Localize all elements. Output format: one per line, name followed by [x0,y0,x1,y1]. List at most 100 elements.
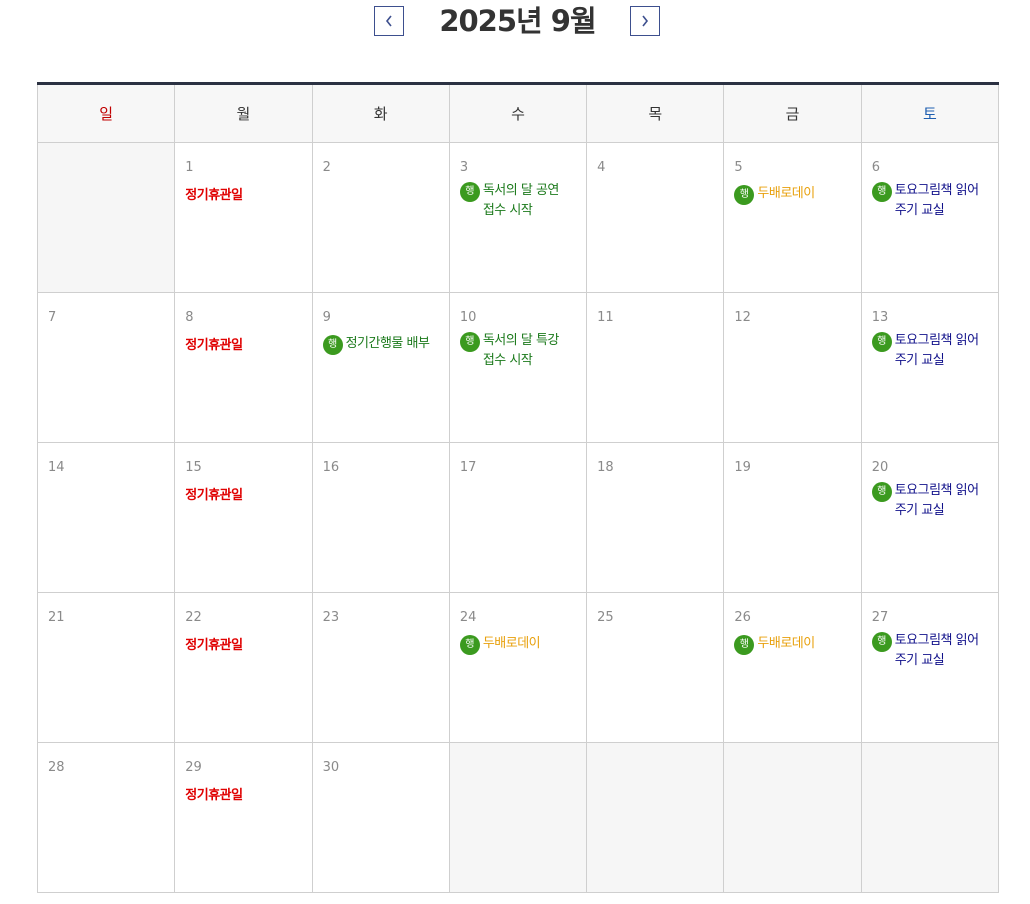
event-item[interactable]: 행 두배로데이 [459,634,541,655]
day-number: 26 [734,609,751,625]
day-cell[interactable]: 9 행 정기간행물 배부 [311,291,450,443]
day-number: 18 [597,459,614,475]
closed-day-label[interactable]: 정기휴관일 [185,784,243,803]
event-badge-icon: 행 [871,181,892,202]
event-title[interactable]: 두배로데이 [483,634,541,654]
closed-day-label[interactable]: 정기휴관일 [185,184,243,203]
day-cell[interactable]: 23 [311,591,450,743]
event-item[interactable]: 행 독서의 달 특강 접수 시작 [459,331,573,371]
prev-month-button[interactable] [374,6,404,36]
day-cell[interactable]: 12 [723,291,862,443]
day-number: 25 [597,609,614,625]
day-cell[interactable]: 30 [311,741,450,893]
day-cell[interactable]: 7 [36,291,176,443]
week-row: 28 29 정기휴관일 30 [36,741,1000,893]
day-number: 7 [48,309,57,325]
event-title[interactable]: 독서의 달 공연 접수 시작 [483,181,573,221]
day-cell[interactable]: 18 [586,441,725,593]
day-cell[interactable]: 6 행 토요그림책 읽어주기 교실 [860,141,1000,293]
event-item[interactable]: 행 정기간행물 배부 [322,334,430,355]
weekday-saturday: 토 [860,85,1000,143]
event-title[interactable]: 토요그림책 읽어주기 교실 [895,181,990,221]
day-cell[interactable]: 24 행 두배로데이 [448,591,588,743]
closed-day-label[interactable]: 정기휴관일 [185,334,243,353]
week-row: 21 22 정기휴관일 23 24 행 두배로데이 25 26 행 두배로데이 … [36,591,1000,743]
day-number: 6 [871,159,880,175]
event-badge-icon: 행 [871,331,892,352]
event-item[interactable]: 행 토요그림책 읽어주기 교실 [871,181,990,221]
day-cell[interactable]: 22 정기휴관일 [174,591,313,743]
event-item[interactable]: 행 토요그림책 읽어주기 교실 [871,631,990,671]
closed-day-label[interactable]: 정기휴관일 [185,634,243,653]
closed-day-label[interactable]: 정기휴관일 [185,484,243,503]
day-number: 2 [322,159,331,175]
day-cell[interactable]: 14 [36,441,176,593]
day-cell[interactable]: 19 [723,441,862,593]
day-cell[interactable]: 20 행 토요그림책 읽어주기 교실 [860,441,1000,593]
event-title[interactable]: 토요그림책 읽어주기 교실 [895,631,990,671]
event-item[interactable]: 행 두배로데이 [734,634,815,655]
event-badge-icon: 행 [322,334,343,355]
day-number: 23 [322,609,340,625]
day-number: 11 [597,309,614,325]
day-cell[interactable]: 13 행 토요그림책 읽어주기 교실 [860,291,1000,443]
day-cell[interactable]: 26 행 두배로데이 [723,591,862,743]
day-cell[interactable]: 8 정기휴관일 [174,291,313,443]
day-cell[interactable]: 10 행 독서의 달 특강 접수 시작 [448,291,588,443]
day-number: 12 [734,309,751,325]
day-cell[interactable]: 25 [586,591,725,743]
day-cell[interactable]: 4 [586,141,725,293]
event-title[interactable]: 두배로데이 [757,184,815,204]
day-number: 14 [48,459,65,475]
day-number: 13 [871,309,889,325]
day-number: 21 [48,609,65,625]
empty-day-cell [448,741,588,893]
empty-day-cell [860,741,1000,893]
day-cell[interactable]: 3 행 독서의 달 공연 접수 시작 [448,141,588,293]
day-number: 28 [48,759,65,775]
event-badge-icon: 행 [459,634,480,655]
day-cell[interactable]: 28 [36,741,176,893]
chevron-left-icon [385,15,392,27]
week-row: 14 15 정기휴관일 16 17 18 19 20 행 토요그림책 읽어주기 … [36,441,1000,593]
day-cell[interactable]: 29 정기휴관일 [174,741,313,893]
day-cell[interactable]: 17 [448,441,588,593]
day-number: 1 [185,159,194,175]
day-number: 16 [322,459,340,475]
event-item[interactable]: 행 두배로데이 [734,184,815,205]
day-cell[interactable]: 2 [311,141,450,293]
calendar-grid: 일 월 화 수 목 금 토 1 정기휴관일 2 3 행 독서의 달 공연 접수 [36,85,1000,893]
event-title[interactable]: 독서의 달 특강 접수 시작 [483,331,573,371]
day-number: 15 [185,459,202,475]
day-number: 3 [459,159,469,175]
event-title[interactable]: 토요그림책 읽어주기 교실 [895,481,990,521]
weekday-friday: 금 [723,85,862,143]
day-cell[interactable]: 5 행 두배로데이 [723,141,862,293]
week-row: 7 8 정기휴관일 9 행 정기간행물 배부 10 행 독서의 달 특강 접수 … [36,291,1000,443]
day-cell[interactable]: 21 [36,591,176,743]
event-item[interactable]: 행 독서의 달 공연 접수 시작 [459,181,573,221]
day-number: 10 [459,309,477,325]
event-item[interactable]: 행 토요그림책 읽어주기 교실 [871,331,990,371]
day-cell[interactable]: 15 정기휴관일 [174,441,313,593]
event-badge-icon: 행 [871,631,892,652]
event-title[interactable]: 두배로데이 [757,634,815,654]
day-cell[interactable]: 1 정기휴관일 [174,141,313,293]
event-item[interactable]: 행 토요그림책 읽어주기 교실 [871,481,990,521]
week-row: 1 정기휴관일 2 3 행 독서의 달 공연 접수 시작 4 5 행 두배로데이… [36,141,1000,293]
day-cell[interactable]: 11 [586,291,725,443]
day-number: 22 [185,609,202,625]
next-month-button[interactable] [630,6,660,36]
empty-day-cell [36,141,176,293]
day-cell[interactable]: 16 [311,441,450,593]
day-number: 19 [734,459,751,475]
day-cell[interactable]: 27 행 토요그림책 읽어주기 교실 [860,591,1000,743]
day-number: 4 [597,159,606,175]
event-title[interactable]: 정기간행물 배부 [346,334,430,354]
weekday-thursday: 목 [586,85,725,143]
day-number: 20 [871,459,889,475]
day-number: 27 [871,609,889,625]
event-title[interactable]: 토요그림책 읽어주기 교실 [895,331,990,371]
weekday-header-row: 일 월 화 수 목 금 토 [36,85,1000,143]
event-badge-icon: 행 [734,184,755,205]
